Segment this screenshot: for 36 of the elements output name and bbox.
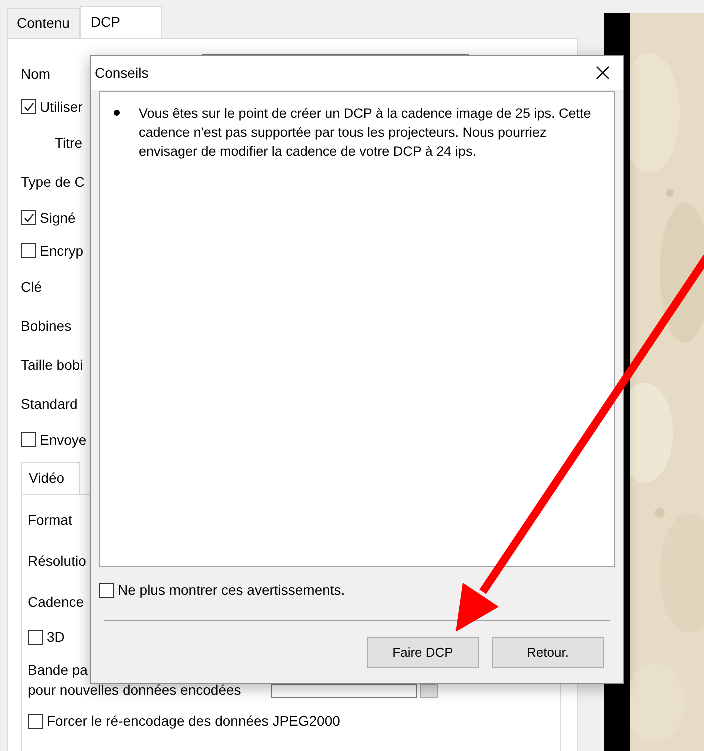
checkbox-label: Ne plus montrer ces avertissements. xyxy=(118,582,346,598)
dialog-title: Conseils xyxy=(95,65,149,81)
field-label: Nom xyxy=(21,65,51,82)
field-label: Bande pa xyxy=(28,661,88,680)
field-label: Cadence xyxy=(28,594,84,610)
checkbox[interactable] xyxy=(99,582,114,598)
field-label: Bobines xyxy=(21,318,72,334)
field-label: Type de C xyxy=(21,174,85,190)
tab[interactable]: DCP xyxy=(80,6,162,38)
checkbox-label: Encryp xyxy=(40,242,84,258)
field-label: Titre xyxy=(55,134,82,150)
dialog-button[interactable]: Faire DCP xyxy=(367,637,479,668)
field-label: pour nouvelles données encodées xyxy=(28,681,242,700)
checkbox[interactable] xyxy=(28,714,43,728)
field-label: Format xyxy=(28,512,72,528)
checkbox-label: Envoye xyxy=(40,432,87,448)
tab[interactable]: Contenu xyxy=(7,8,80,38)
close-icon[interactable] xyxy=(596,66,610,80)
field-label: Clé xyxy=(21,278,42,294)
message-text: Vous êtes sur le point de créer un DCP à la cadence image de 25 ips. Cette cadence n'est pas supportée par tous les projecteurs. Nous pourriez envisager de modifier la cadence de votre DCP à 24 ips. xyxy=(139,105,592,161)
checkbox[interactable] xyxy=(21,243,36,258)
bandwidth-field[interactable] xyxy=(271,684,417,698)
checkbox[interactable] xyxy=(28,630,43,644)
bullet-icon xyxy=(114,110,120,116)
dialog-button[interactable]: Retour. xyxy=(492,637,604,668)
tab[interactable]: Vidéo xyxy=(21,462,80,494)
checkbox[interactable] xyxy=(21,99,36,114)
checkbox-label: 3D xyxy=(47,629,65,645)
checkbox-label: Utiliser xyxy=(40,98,83,114)
field-label: Résolutio xyxy=(28,552,86,568)
checkbox-label: Forcer le ré-encodage des données JPEG2000 xyxy=(47,713,340,729)
checkbox[interactable] xyxy=(21,432,36,447)
field-label: Taille bobi xyxy=(21,356,84,372)
checkbox[interactable] xyxy=(21,210,36,225)
field-label: Standard xyxy=(21,396,78,412)
checkbox-label: Signé xyxy=(40,210,76,226)
